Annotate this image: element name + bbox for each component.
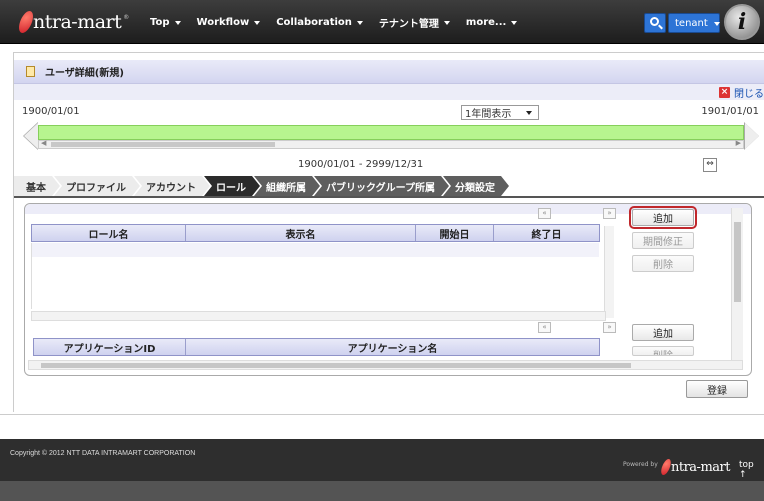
tab-underline <box>14 196 764 198</box>
panel-vscroll-thumb[interactable] <box>734 222 741 302</box>
role-table-body <box>31 243 599 309</box>
search-button[interactable] <box>644 13 666 33</box>
app-delete-button[interactable]: 削除 <box>632 346 694 356</box>
logo-text: ntra-mart <box>33 11 122 33</box>
role-period-edit-button[interactable]: 期間修正 <box>632 232 694 249</box>
menu-collaboration[interactable]: Collaboration <box>268 0 371 44</box>
tenant-dropdown[interactable]: tenant <box>668 13 720 33</box>
scroll-first-icon[interactable]: « <box>538 322 551 333</box>
scroll-last-icon[interactable]: » <box>603 322 616 333</box>
table-row[interactable] <box>32 271 599 285</box>
tab-profile[interactable]: プロファイル <box>54 176 140 196</box>
scroll-left-icon[interactable]: ◀ <box>41 139 46 147</box>
intra-mart-logo[interactable]: ntra-mart ® <box>16 9 130 35</box>
bottom-strip <box>0 481 764 501</box>
scroll-last-icon[interactable]: » <box>603 208 616 219</box>
timeline-start-date: 1900/01/01 <box>22 106 80 117</box>
footer-logo-text: ntra-mart <box>671 459 730 475</box>
menu-workflow[interactable]: Workflow <box>189 0 269 44</box>
tenant-label: tenant <box>675 17 708 29</box>
role-table-hscroll[interactable] <box>31 311 606 321</box>
panel-vscroll[interactable] <box>731 208 743 360</box>
copyright-text: Copyright © 2012 NTT DATA INTRAMART CORP… <box>10 450 196 457</box>
avatar-letter: i <box>737 9 747 35</box>
document-icon <box>26 66 35 77</box>
app-add-button[interactable]: 追加 <box>632 324 694 341</box>
footer-divider <box>0 414 764 415</box>
tab-account[interactable]: アカウント <box>134 176 210 196</box>
detail-tabs: 基本 プロファイル アカウント ロール 組織所属 パブリックグループ所属 分類設… <box>14 176 503 196</box>
role-delete-button[interactable]: 削除 <box>632 255 694 272</box>
chevron-down-icon <box>174 20 181 25</box>
period-select[interactable]: 1年間表示 <box>461 105 539 120</box>
close-button[interactable]: × 閉じる <box>719 85 764 100</box>
menu-workflow-label: Workflow <box>196 16 250 28</box>
tab-public-group[interactable]: パブリックグループ所属 <box>314 176 449 196</box>
menu-top[interactable]: Top <box>142 0 189 44</box>
back-to-top-link[interactable]: top ↑ <box>739 460 764 480</box>
role-add-button[interactable]: 追加 <box>629 206 697 229</box>
chevron-down-icon <box>356 20 363 25</box>
timeline-end-date: 1901/01/01 <box>701 106 759 117</box>
timeline-scrollbar[interactable]: ◀ ▶ <box>38 139 744 149</box>
timeline-period-bar[interactable] <box>38 125 744 140</box>
panel-hscroll[interactable] <box>28 360 743 370</box>
timeline-scroll-thumb[interactable] <box>51 142 275 147</box>
chevron-down-icon <box>713 21 720 26</box>
menu-top-label: Top <box>150 16 170 28</box>
close-label: 閉じる <box>734 89 764 100</box>
page-title: ユーザ詳細(新規) <box>45 68 124 79</box>
close-icon: × <box>719 87 730 98</box>
powered-by-text: Powered by <box>623 461 658 468</box>
tab-basic[interactable]: 基本 <box>14 176 60 196</box>
tab-role[interactable]: ロール <box>204 176 260 196</box>
column-display-name[interactable]: 表示名 <box>186 225 416 241</box>
menu-more[interactable]: more... <box>458 0 525 44</box>
timeline-next-arrow-icon[interactable] <box>745 123 759 149</box>
period-select-value: 1年間表示 <box>465 109 512 120</box>
column-end-date[interactable]: 終了日 <box>494 225 599 241</box>
column-application-id[interactable]: アプリケーションID <box>34 339 186 355</box>
period-range-text: 1900/01/01 - 2999/12/31 <box>298 159 424 170</box>
footer-logo: ntra-mart <box>659 454 730 480</box>
scroll-first-icon[interactable]: « <box>538 208 551 219</box>
column-application-name[interactable]: アプリケーション名 <box>186 339 599 355</box>
menu-tenant-admin-label: テナント管理 <box>378 18 439 30</box>
column-start-date[interactable]: 開始日 <box>416 225 494 241</box>
search-icon-handle <box>658 24 663 30</box>
footer: Copyright © 2012 NTT DATA INTRAMART CORP… <box>0 439 764 481</box>
user-avatar[interactable]: i <box>724 4 760 40</box>
column-role-name[interactable]: ロール名 <box>32 225 186 241</box>
expand-range-icon[interactable]: ⇔ <box>703 158 717 172</box>
menu-more-label: more... <box>465 16 507 28</box>
tab-classification[interactable]: 分類設定 <box>443 176 509 196</box>
menu-collaboration-label: Collaboration <box>276 16 352 28</box>
scroll-right-icon[interactable]: ▶ <box>736 139 741 147</box>
menu-tenant-admin[interactable]: テナント管理 <box>371 0 458 44</box>
chevron-down-icon <box>443 20 450 25</box>
chevron-down-icon <box>526 111 532 115</box>
table-row[interactable] <box>32 243 599 257</box>
chevron-down-icon <box>511 20 518 25</box>
timeline-prev-arrow-icon[interactable] <box>24 123 38 149</box>
close-row: × 閉じる <box>14 84 764 100</box>
logo-registered-mark: ® <box>123 13 130 21</box>
panel-hscroll-thumb[interactable] <box>41 363 631 368</box>
tab-organization[interactable]: 組織所属 <box>254 176 320 196</box>
role-table-header: ロール名 表示名 開始日 終了日 <box>31 224 600 242</box>
register-button[interactable]: 登録 <box>686 380 748 398</box>
main-menu: Top Workflow Collaboration テナント管理 more..… <box>142 0 525 44</box>
app-table-header: アプリケーションID アプリケーション名 <box>33 338 600 356</box>
role-table-vscroll[interactable] <box>604 226 614 318</box>
page-title-bar: ユーザ詳細(新規) <box>14 60 764 84</box>
chevron-down-icon <box>254 20 261 25</box>
top-navigation-bar: ntra-mart ® Top Workflow Collaboration テ… <box>0 0 764 44</box>
